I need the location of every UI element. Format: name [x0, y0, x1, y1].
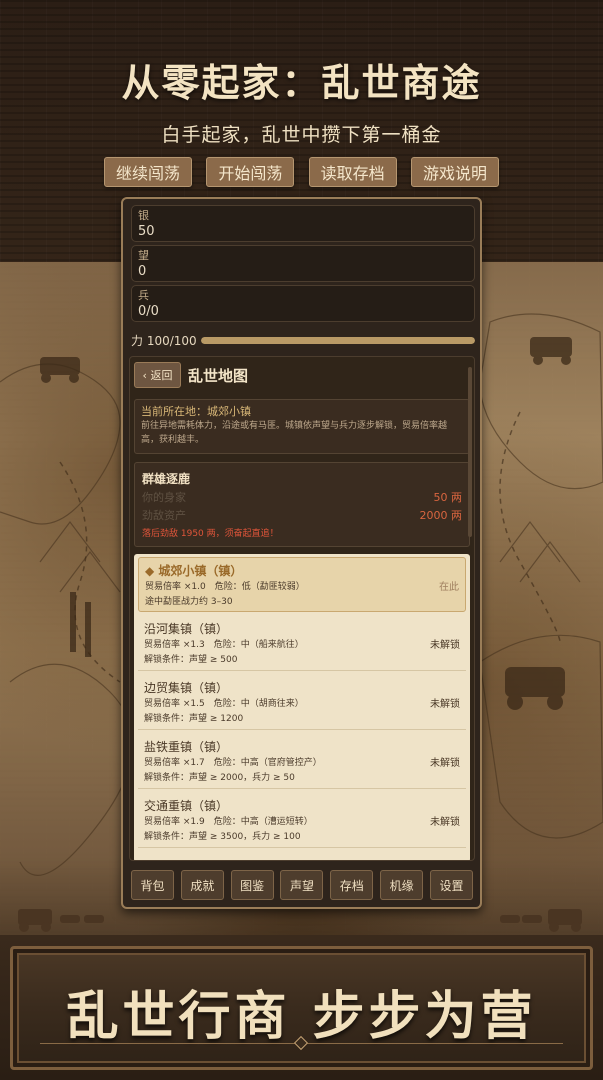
- reputation-label: 望: [138, 249, 149, 262]
- town-status: 未解锁: [430, 758, 460, 769]
- town-status: 未解锁: [430, 699, 460, 710]
- tab-backpack[interactable]: 背包: [131, 870, 174, 900]
- town-name: ◆ 城郊小镇（镇）: [145, 564, 243, 578]
- soldiers-label: 兵: [138, 289, 149, 302]
- town-list: ◆ 城郊小镇（镇） 贸易倍率 ×1.0 危险：低（勐匪较弱） 途中勐匪战力约 3…: [134, 554, 470, 860]
- silver-stat: 银 50: [131, 205, 475, 242]
- caravan-icon: [18, 909, 582, 932]
- continue-button[interactable]: 继续闯荡: [104, 157, 192, 187]
- game-panel: 银 50 望 0 兵 0/0 力 100/100 ‹ 返回 乱世地图 当前所在地…: [121, 197, 482, 909]
- your-wealth-value: 50 两: [433, 491, 463, 504]
- town-item[interactable]: 边贸集镇（镇） 贸易倍率 ×1.5 危险：中（胡商往来） 解锁条件：声望 ≥ 1…: [138, 675, 466, 730]
- town-trade-info: 贸易倍率 ×1.7 危险：中高（官府管控产）: [144, 758, 322, 768]
- town-status: 未解锁: [430, 817, 460, 828]
- town-unlock-info: 解锁条件：声望 ≥ 1200: [144, 714, 244, 724]
- town-unlock-info: 解锁条件：声望 ≥ 500: [144, 655, 238, 665]
- bottom-tab-bar: 背包 成就 图鉴 声望 存档 机缘 设置: [129, 867, 475, 903]
- town-trade-info: 贸易倍率 ×1.0 危险：低（勐匪较弱）: [145, 582, 305, 592]
- game-subtitle: 白手起家，乱世中攒下第一桶金: [161, 124, 442, 146]
- rival-row: 你的身家 50 两: [142, 489, 462, 507]
- town-status: 未解锁: [430, 640, 460, 651]
- reputation-value: 0: [138, 264, 147, 279]
- main-menu: 继续闯荡 开始闯荡 读取存档 游戏说明: [104, 157, 499, 187]
- map-view: ‹ 返回 乱世地图 当前所在地：城郊小镇 前往异地需耗体力，沿途或有马匪。城镇依…: [129, 356, 475, 861]
- tab-reputation[interactable]: 声望: [280, 870, 324, 900]
- rival-warning: 落后劲敌 1950 两，须奋起直追！: [142, 529, 279, 539]
- strength-bar: [201, 336, 475, 344]
- back-button[interactable]: ‹ 返回: [134, 362, 181, 388]
- map-title: 乱世地图: [188, 367, 249, 385]
- town-item-current[interactable]: ◆ 城郊小镇（镇） 贸易倍率 ×1.0 危险：低（勐匪较弱） 途中勐匪战力约 3…: [138, 557, 466, 612]
- rival-assets-label: 劲敌资产: [142, 509, 186, 522]
- town-name: 边贸集镇（镇）: [144, 681, 229, 695]
- strength-bar-fill: [201, 336, 475, 344]
- town-unlock-info: 解锁条件：声望 ≥ 2000，兵力 ≥ 50: [144, 773, 295, 783]
- tab-settings[interactable]: 设置: [429, 870, 473, 900]
- location-description: 前往异地需耗体力，沿途或有马匪。城镇依声望与兵力逐步解锁，贸易倍率越高，获利越丰…: [141, 421, 448, 445]
- town-name: 盐铁重镇（镇）: [144, 740, 229, 754]
- silver-value: 50: [138, 224, 155, 239]
- your-wealth-label: 你的身家: [142, 491, 186, 504]
- town-name: 交通重镇（镇）: [144, 799, 229, 813]
- soldiers-stat: 兵 0/0: [131, 285, 475, 322]
- tab-fortune[interactable]: 机缘: [380, 870, 424, 900]
- town-trade-info: 贸易倍率 ×1.3 危险：中（船来航往）: [144, 640, 304, 650]
- rival-row: 劲敌资产 2000 两: [142, 507, 462, 525]
- tab-achievements[interactable]: 成就: [180, 870, 224, 900]
- tab-save[interactable]: 存档: [330, 870, 374, 900]
- help-button[interactable]: 游戏说明: [410, 157, 499, 187]
- town-trade-info: 贸易倍率 ×1.9 危险：中高（漕运短转）: [144, 817, 313, 827]
- town-unlock-info: 解锁条件：声望 ≥ 3500，兵力 ≥ 100: [144, 832, 301, 842]
- location-info: 当前所在地：城郊小镇 前往异地需耗体力，沿途或有马匪。城镇依声望与兵力逐步解锁，…: [134, 399, 470, 454]
- town-name: 沿河集镇（镇）: [144, 622, 229, 636]
- current-location: 当前所在地：城郊小镇: [141, 405, 251, 418]
- strength-label: 力 100/100: [131, 333, 197, 348]
- load-save-button[interactable]: 读取存档: [308, 157, 397, 187]
- tab-codex[interactable]: 图鉴: [230, 870, 274, 900]
- reputation-stat: 望 0: [131, 245, 475, 282]
- rival-panel: 群雄逐鹿 你的身家 50 两 劲敌资产 2000 两 落后劲敌 1950 两，须…: [134, 462, 470, 547]
- town-item[interactable]: 交通重镇（镇） 贸易倍率 ×1.9 危险：中高（漕运短转） 解锁条件：声望 ≥ …: [138, 793, 466, 848]
- town-status: 在此: [439, 582, 459, 593]
- rival-assets-value: 2000 两: [419, 509, 463, 522]
- town-trade-info: 贸易倍率 ×1.5 危险：中（胡商往来）: [144, 699, 304, 709]
- town-bandit-info: 途中勐匪战力约 3–30: [145, 597, 233, 607]
- soldiers-value: 0/0: [138, 304, 159, 319]
- town-item[interactable]: 盐铁重镇（镇） 贸易倍率 ×1.7 危险：中高（官府管控产） 解锁条件：声望 ≥…: [138, 734, 466, 789]
- town-item[interactable]: 沿河集镇（镇） 贸易倍率 ×1.3 危险：中（船来航往） 解锁条件：声望 ≥ 5…: [138, 616, 466, 671]
- strength-meter: 力 100/100: [131, 332, 475, 348]
- map-scrollbar[interactable]: [468, 367, 472, 537]
- game-title: 从零起家：乱世商途: [121, 60, 482, 105]
- rival-title: 群雄逐鹿: [142, 472, 191, 486]
- start-button[interactable]: 开始闯荡: [206, 157, 295, 187]
- silver-label: 银: [138, 209, 149, 222]
